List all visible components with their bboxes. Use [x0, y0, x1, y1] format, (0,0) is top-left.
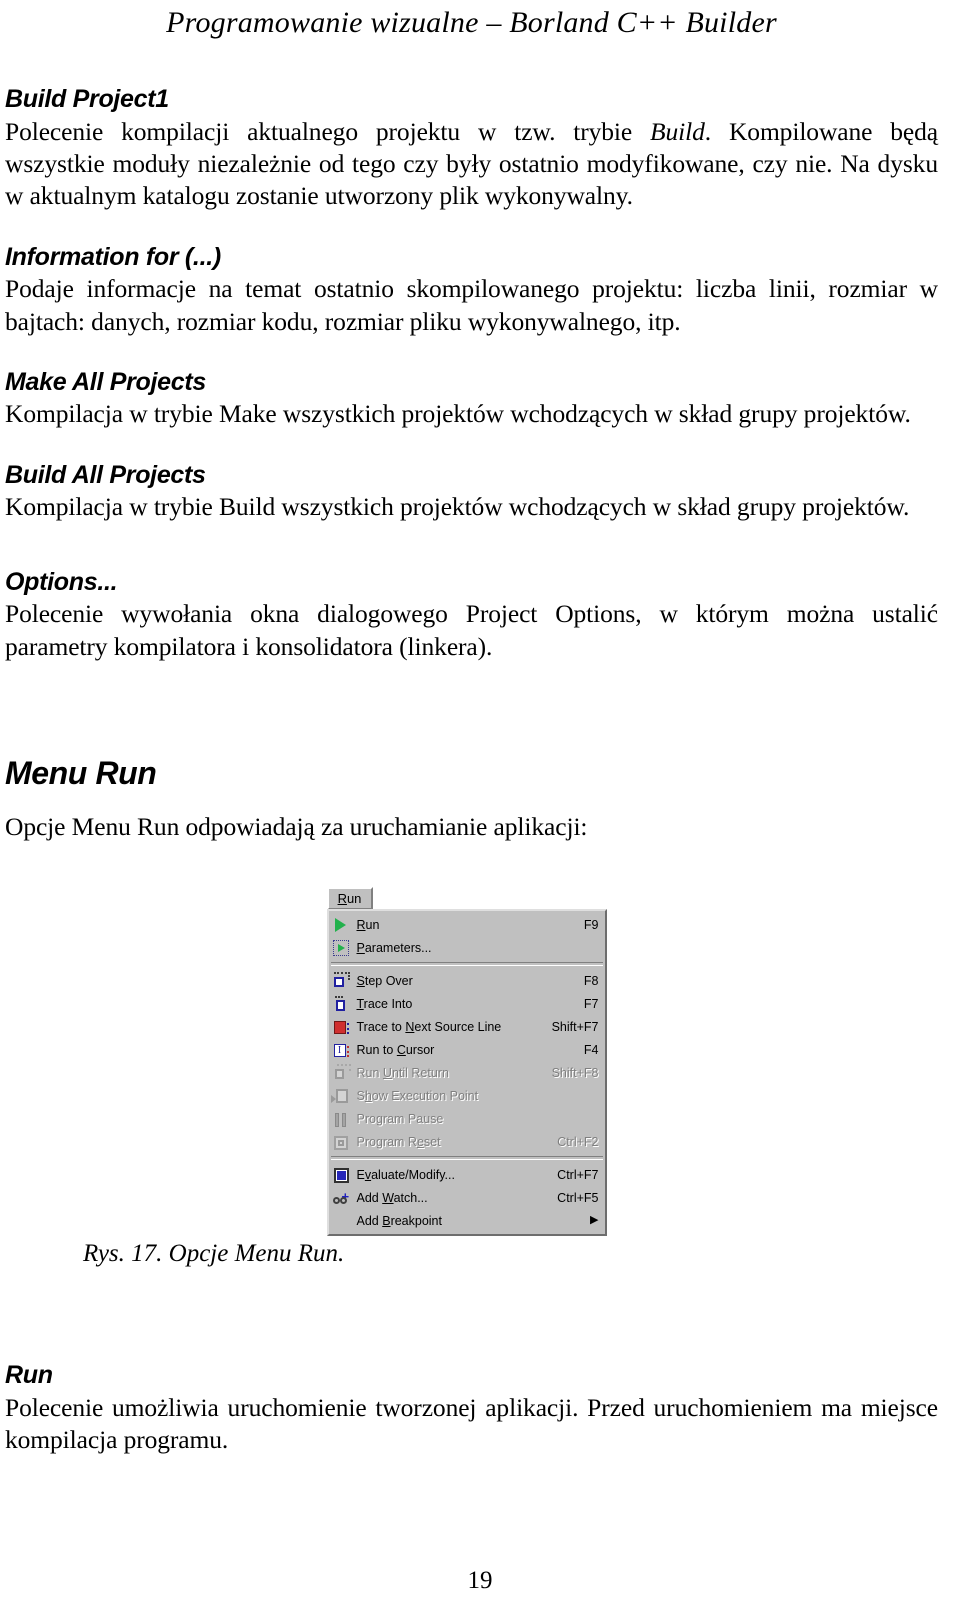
- menu-item-step-over-label: Step Over: [356, 973, 413, 988]
- menu-item-evaluate-modify-accel: Ctrl+F7: [557, 1167, 599, 1182]
- menu-item-run-label: Run: [356, 917, 380, 932]
- heading-menu-run: Menu Run: [5, 754, 157, 791]
- paragraph-options: Polecenie wywołania okna dialogowego Pro…: [5, 599, 938, 661]
- menu-item-show-execution-point-label: Show Execution Point: [356, 1088, 479, 1103]
- document-page: Programowanie wizualne – Borland C++ Bui…: [0, 0, 960, 1609]
- heading-build-project1: Build Project1: [5, 85, 169, 113]
- menu-item-run-accel: F9: [583, 917, 599, 932]
- trace-into-icon: [331, 995, 353, 1013]
- menu-item-program-reset: Program Reset Ctrl+F2: [329, 1130, 605, 1153]
- evaluate-modify-icon: [331, 1166, 353, 1184]
- menu-item-trace-into-label: Trace Into: [356, 996, 413, 1011]
- menu-item-add-watch-label: Add Watch...: [356, 1190, 428, 1205]
- menu-item-run-to-cursor[interactable]: I Run to Cursor F4: [329, 1038, 605, 1061]
- run-to-cursor-icon: I: [331, 1041, 353, 1059]
- figure-caption: Rys. 17. Opcje Menu Run.: [83, 1240, 345, 1267]
- menu-item-run-until-return-label: Run Until Return: [356, 1065, 449, 1080]
- step-over-icon: [331, 971, 353, 990]
- paragraph-make-all-projects: Kompilacja w trybie Make wszystkich proj…: [5, 399, 911, 429]
- menu-item-run-until-return: Run Until Return Shift+F8: [329, 1061, 605, 1084]
- menu-item-trace-into-accel: F7: [583, 996, 599, 1011]
- paragraph-build-all-projects: Kompilacja w trybie Build wszystkich pro…: [5, 492, 910, 522]
- menu-item-trace-to-next-source-line-label: Trace to Next Source Line: [356, 1019, 502, 1034]
- page-number: 19: [467, 1567, 493, 1594]
- trace-next-source-icon: [331, 1018, 353, 1036]
- menu-item-trace-to-next-source-line-accel: Shift+F7: [551, 1019, 599, 1034]
- heading-information-for: Information for (...): [5, 242, 221, 271]
- menu-item-program-reset-accel: Ctrl+F2: [557, 1134, 599, 1149]
- menu-item-run-to-cursor-label: Run to Cursor: [356, 1042, 435, 1057]
- menu-item-run[interactable]: Run F9: [329, 913, 605, 936]
- menu-item-step-over-accel: F8: [583, 973, 599, 988]
- heading-options: Options...: [5, 567, 118, 596]
- run-triangle-icon: [331, 916, 353, 934]
- parameters-icon: [331, 939, 353, 957]
- show-execution-point-icon: [330, 1087, 353, 1105]
- menu-item-run-to-cursor-accel: F4: [583, 1042, 599, 1057]
- no-icon-placeholder: [331, 1212, 353, 1230]
- menu-item-add-watch[interactable]: + Add Watch... Ctrl+F5: [329, 1186, 605, 1209]
- menu-item-parameters[interactable]: Parameters...: [329, 936, 605, 959]
- menu-item-program-pause-label: Program Pause: [356, 1111, 444, 1126]
- menu-item-program-pause: Program Pause: [329, 1107, 605, 1130]
- menu-item-show-execution-point: Show Execution Point: [329, 1084, 605, 1107]
- run-until-return-icon: [331, 1063, 353, 1082]
- menubar-button-run-mnemonic: R: [337, 891, 347, 906]
- paragraph-build-project1: Polecenie kompilacji aktualnego projektu…: [5, 116, 938, 213]
- text-before-emphasis: Polecenie kompilacji aktualnego projektu…: [5, 116, 651, 146]
- paragraph-run: Polecenie umożliwia uruchomienie tworzon…: [5, 1392, 938, 1454]
- program-pause-icon: [331, 1110, 353, 1128]
- figure-run-menu: Run Run F9 Parameters... Step Over F8 Tr…: [326, 887, 617, 1237]
- heading-make-all-projects: Make All Projects: [5, 367, 207, 396]
- running-head: Programowanie wizualne – Borland C++ Bui…: [166, 6, 777, 39]
- emphasis-build: Build: [650, 116, 705, 146]
- heading-run: Run: [5, 1361, 53, 1389]
- menubar-button-run-rest: un: [346, 891, 362, 906]
- paragraph-information-for: Podaje informacje na temat ostatnio skom…: [5, 274, 938, 336]
- paragraph-menu-run-intro: Opcje Menu Run odpowiadają za uruchamian…: [5, 811, 588, 841]
- menu-item-add-watch-accel: Ctrl+F5: [557, 1190, 599, 1205]
- menu-item-evaluate-modify[interactable]: Evaluate/Modify... Ctrl+F7: [329, 1163, 605, 1186]
- menu-item-evaluate-modify-label: Evaluate/Modify...: [356, 1167, 455, 1182]
- menu-separator-2: [330, 1156, 603, 1160]
- heading-build-all-projects: Build All Projects: [5, 460, 206, 489]
- menu-item-program-reset-label: Program Reset: [356, 1134, 441, 1149]
- menu-item-trace-into[interactable]: Trace Into F7: [329, 992, 605, 1015]
- add-watch-icon: +: [331, 1189, 353, 1207]
- submenu-arrow-icon: ▶: [590, 1214, 599, 1226]
- menubar-button-run[interactable]: Run: [326, 887, 373, 910]
- menu-item-run-until-return-accel: Shift+F8: [551, 1065, 599, 1080]
- menu-item-parameters-label: Parameters...: [356, 940, 432, 955]
- run-dropdown-menu: Run F9 Parameters... Step Over F8 Trace …: [326, 909, 607, 1236]
- menu-item-add-breakpoint[interactable]: Add Breakpoint ▶: [329, 1209, 605, 1232]
- menu-item-trace-to-next-source-line[interactable]: Trace to Next Source Line Shift+F7: [329, 1015, 605, 1038]
- program-reset-icon: [331, 1133, 353, 1151]
- menu-item-step-over[interactable]: Step Over F8: [329, 969, 605, 992]
- menu-item-add-breakpoint-label: Add Breakpoint: [356, 1213, 443, 1228]
- menu-separator-1: [330, 962, 603, 966]
